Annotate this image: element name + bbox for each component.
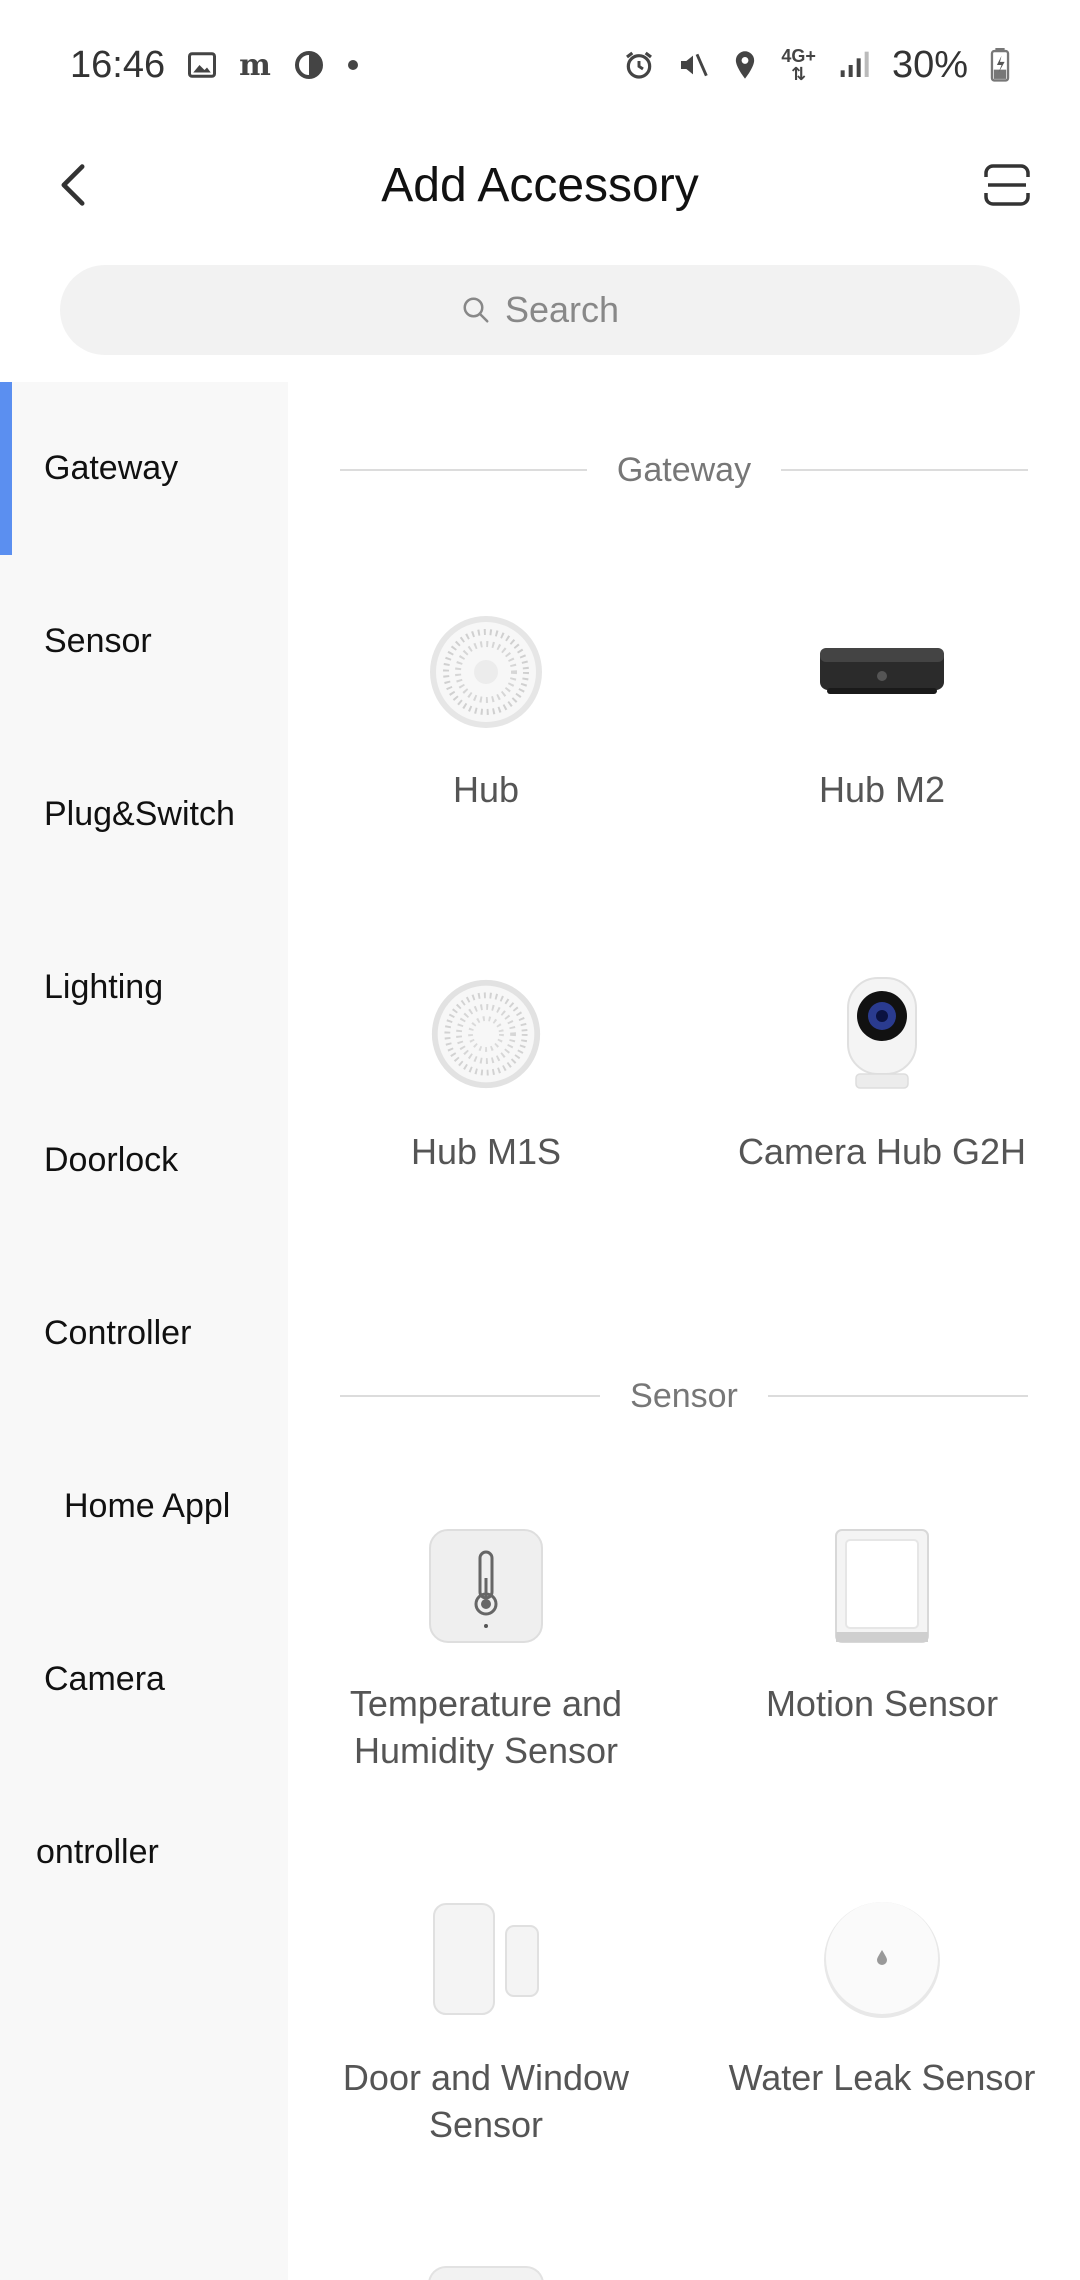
scan-icon bbox=[983, 164, 1031, 206]
device-list: Gateway Hub Hub M2 Hub M1S Camera Hub G2… bbox=[288, 382, 1080, 2280]
scan-button[interactable] bbox=[974, 152, 1040, 218]
status-bar: 16:46 m 4G+ ⇅ 30% bbox=[0, 0, 1080, 130]
sidebar-item-sensor[interactable]: Sensor bbox=[0, 555, 288, 728]
sidebar-item-label: Sensor bbox=[44, 622, 152, 660]
sidebar-item-label: Doorlock bbox=[44, 1141, 179, 1179]
sidebar-item-label: Lighting bbox=[44, 968, 164, 1006]
thermometer-icon bbox=[416, 1516, 556, 1656]
sidebar-item-gateway[interactable]: Gateway bbox=[0, 382, 288, 555]
sidebar-item-controller[interactable]: Controller bbox=[0, 1247, 288, 1420]
device-name: Hub bbox=[452, 769, 520, 810]
battery-icon bbox=[990, 48, 1010, 82]
sidebar-item-label: Gateway bbox=[44, 449, 179, 487]
network-arrows: ⇅ bbox=[791, 64, 807, 84]
image-icon bbox=[187, 50, 217, 80]
sidebar-item-label: Controller bbox=[44, 1314, 192, 1352]
network-type: 4G+ bbox=[781, 46, 816, 66]
hub-m1s-icon bbox=[416, 964, 556, 1104]
news-icon: m bbox=[239, 47, 271, 83]
search-icon bbox=[463, 297, 489, 323]
device-name: Door and Window Sensor bbox=[342, 2057, 630, 2145]
hub-icon bbox=[416, 602, 556, 742]
device-name: Water Leak Sensor bbox=[728, 2057, 1036, 2098]
sidebar-item-lighting[interactable]: Lighting bbox=[0, 901, 288, 1074]
sidebar-item-controller-2[interactable]: ontroller bbox=[0, 1766, 288, 1939]
door-sensor-icon bbox=[416, 1890, 556, 2030]
sidebar-item-label: Home Appl bbox=[64, 1487, 231, 1525]
status-time: 16:46 bbox=[70, 43, 166, 86]
search-input[interactable]: Search bbox=[60, 265, 1020, 355]
device-card-motion-sensor[interactable]: Motion Sensor bbox=[684, 1516, 1080, 1727]
circle-app-icon bbox=[293, 49, 325, 81]
device-card-hub[interactable]: Hub bbox=[288, 602, 684, 813]
sidebar-item-camera[interactable]: Camera bbox=[0, 1593, 288, 1766]
battery-percent: 30% bbox=[891, 43, 968, 86]
location-icon bbox=[731, 49, 759, 81]
search-placeholder: Search bbox=[504, 289, 620, 330]
device-card-water-leak-sensor[interactable]: Water Leak Sensor bbox=[684, 1890, 1080, 2101]
sidebar-item-plug-switch[interactable]: Plug&Switch bbox=[0, 728, 288, 901]
device-card-temperature-humidity[interactable]: Temperature and Humidity Sensor bbox=[288, 1516, 684, 1774]
category-sidebar: Gateway Sensor Plug&Switch Lighting Door… bbox=[0, 382, 288, 2280]
divider-line bbox=[340, 469, 587, 471]
device-name: Hub M2 bbox=[818, 769, 946, 810]
app-header: Add Accessory bbox=[0, 130, 1080, 240]
page-title: Add Accessory bbox=[381, 158, 699, 212]
alarm-icon bbox=[623, 49, 655, 81]
water-leak-icon bbox=[812, 1890, 952, 2030]
back-button[interactable] bbox=[40, 152, 106, 218]
sidebar-item-doorlock[interactable]: Doorlock bbox=[0, 1074, 288, 1247]
motion-sensor-icon bbox=[812, 1516, 952, 1656]
section-title: Sensor bbox=[630, 1376, 738, 1415]
sidebar-item-home-appliance[interactable]: Home Appl bbox=[0, 1420, 288, 1593]
device-card-hub-m2[interactable]: Hub M2 bbox=[684, 602, 1080, 813]
device-name: Motion Sensor bbox=[765, 1683, 999, 1724]
section-header-gateway: Gateway bbox=[340, 440, 1028, 500]
section-title: Gateway bbox=[616, 450, 752, 489]
device-card-hub-m1s[interactable]: Hub M1S bbox=[288, 964, 684, 1175]
device-name: Hub M1S bbox=[410, 1131, 562, 1172]
dot-icon bbox=[347, 59, 359, 71]
network-icon: 4G+ ⇅ bbox=[781, 47, 816, 83]
divider-line bbox=[767, 1395, 1029, 1397]
device-name: Camera Hub G2H bbox=[737, 1131, 1027, 1172]
device-card-door-window-sensor[interactable]: Door and Window Sensor bbox=[288, 1890, 684, 2148]
section-header-sensor: Sensor bbox=[340, 1366, 1029, 1426]
divider-line bbox=[340, 1395, 601, 1397]
sidebar-item-label: Plug&Switch bbox=[44, 795, 235, 833]
camera-hub-icon bbox=[812, 964, 952, 1104]
status-right: 4G+ ⇅ 30% bbox=[623, 44, 1010, 87]
mute-icon bbox=[677, 49, 709, 81]
sidebar-item-label: ontroller bbox=[36, 1833, 159, 1871]
device-name: Temperature and Humidity Sensor bbox=[349, 1683, 623, 1771]
sidebar-item-label: Camera bbox=[44, 1660, 165, 1698]
chevron-left-icon bbox=[61, 164, 85, 206]
device-card-camera-hub-g2h[interactable]: Camera Hub G2H bbox=[684, 964, 1080, 1175]
divider-line bbox=[781, 469, 1028, 471]
device-card-next-partial[interactable] bbox=[428, 2266, 544, 2280]
status-left: 16:46 m bbox=[70, 44, 359, 87]
signal-icon bbox=[838, 50, 870, 80]
hub-m2-icon bbox=[812, 602, 952, 742]
